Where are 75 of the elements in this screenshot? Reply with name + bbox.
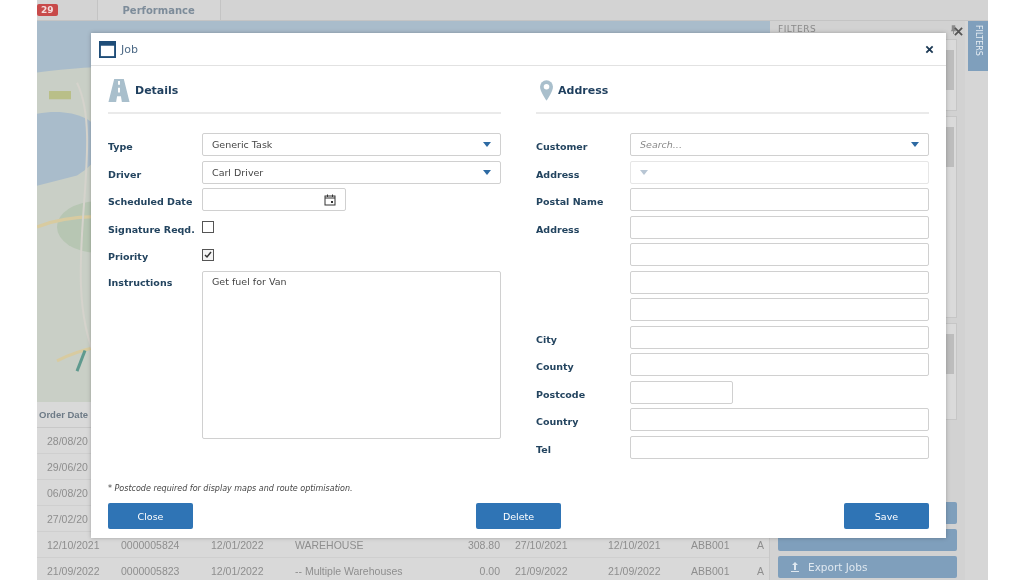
- field-label: Scheduled Date: [108, 196, 193, 208]
- road-icon: [108, 78, 130, 102]
- instructions-field[interactable]: Get fuel for Van: [202, 270, 501, 439]
- text-field[interactable]: [630, 353, 929, 377]
- checkbox[interactable]: [202, 221, 214, 234]
- export-icon: [790, 562, 800, 572]
- field-label: Instructions: [108, 276, 173, 288]
- table-cell-text: ABB001: [691, 564, 731, 577]
- section-heading: Details: [135, 83, 179, 97]
- text-field[interactable]: [630, 325, 929, 349]
- field-label: Postcode: [536, 388, 586, 400]
- field-label: Address: [536, 223, 580, 235]
- close-icon[interactable]: [954, 27, 963, 36]
- table-cell-text: ABB001: [691, 538, 731, 551]
- field-label: Signature Reqd.: [108, 223, 195, 235]
- field-label: Address: [536, 168, 580, 180]
- column-header[interactable]: Order Date: [39, 409, 89, 420]
- caret-icon: [911, 142, 919, 148]
- table-cell: 06/08/20: [47, 486, 88, 499]
- dialog-button[interactable]: Delete: [476, 503, 561, 529]
- table-cell-text: 12/01/2022: [211, 564, 265, 577]
- field-label: Driver: [108, 168, 142, 180]
- calendar-icon[interactable]: [324, 193, 336, 206]
- caret-icon: [483, 142, 491, 148]
- count-badge: 29: [37, 4, 58, 16]
- text-field[interactable]: [630, 270, 929, 294]
- table-cell: 29/06/20: [47, 460, 88, 473]
- date-field[interactable]: [202, 188, 346, 212]
- table-cell-text: 21/09/2022: [47, 564, 101, 577]
- text-field[interactable]: [630, 188, 929, 212]
- dialog-button[interactable]: Close: [108, 503, 193, 529]
- close-icon[interactable]: [925, 44, 934, 54]
- table-cell-text: 0000005824: [121, 538, 181, 551]
- caret-icon: [483, 169, 491, 175]
- window-icon: [99, 40, 116, 58]
- table-cell-text: A: [757, 564, 765, 577]
- dropdown[interactable]: Carl Driver: [202, 160, 501, 184]
- field-label: Priority: [108, 251, 149, 263]
- text-field[interactable]: [630, 435, 929, 459]
- table-cell: 27/02/20: [47, 512, 88, 525]
- table-cell-text: 0.00: [478, 564, 500, 577]
- location-pin-icon: [540, 79, 553, 101]
- dialog-button[interactable]: Save: [844, 503, 929, 529]
- section-heading: Address: [558, 83, 609, 97]
- field-label: Customer: [536, 141, 588, 153]
- table-cell-text: 12/01/2022: [211, 538, 265, 551]
- table-cell-text: A: [757, 538, 765, 551]
- checkbox[interactable]: [202, 248, 214, 261]
- field-label: County: [536, 361, 574, 373]
- table-cell-text: WAREHOUSE: [295, 538, 365, 551]
- text-field[interactable]: [630, 243, 929, 267]
- footnote: * Postcode required for display maps and route optimisation.: [108, 484, 354, 493]
- dialog-title: Job: [121, 42, 139, 56]
- table-cell-text: 27/10/2021: [515, 538, 569, 551]
- dropdown[interactable]: Generic Task: [202, 133, 501, 157]
- field-label: City: [536, 333, 557, 345]
- text-field[interactable]: [630, 380, 733, 404]
- field-label: Postal Name: [536, 196, 604, 208]
- text-field[interactable]: [630, 298, 929, 322]
- panel-title: FILTERS: [778, 24, 817, 34]
- table-cell-text: -- Multiple Warehouses: [295, 564, 404, 577]
- table-cell-text: 308.80: [466, 538, 500, 551]
- dropdown[interactable]: Search...: [630, 133, 929, 157]
- table-cell-text: 12/10/2021: [47, 538, 101, 551]
- field-label: Type: [108, 141, 133, 153]
- text-field[interactable]: [630, 215, 929, 239]
- table-cell-text: 21/09/2022: [515, 564, 569, 577]
- table-cell: 28/08/20: [47, 434, 88, 447]
- table-cell-text: 12/10/2021: [608, 538, 662, 551]
- field-label: Country: [536, 416, 579, 428]
- caret-icon: [640, 169, 648, 175]
- table-cell-text: 21/09/2022: [608, 564, 662, 577]
- text-field[interactable]: [630, 408, 929, 432]
- table-cell-text: 0000005823: [121, 564, 181, 577]
- field-label: Tel: [536, 443, 551, 455]
